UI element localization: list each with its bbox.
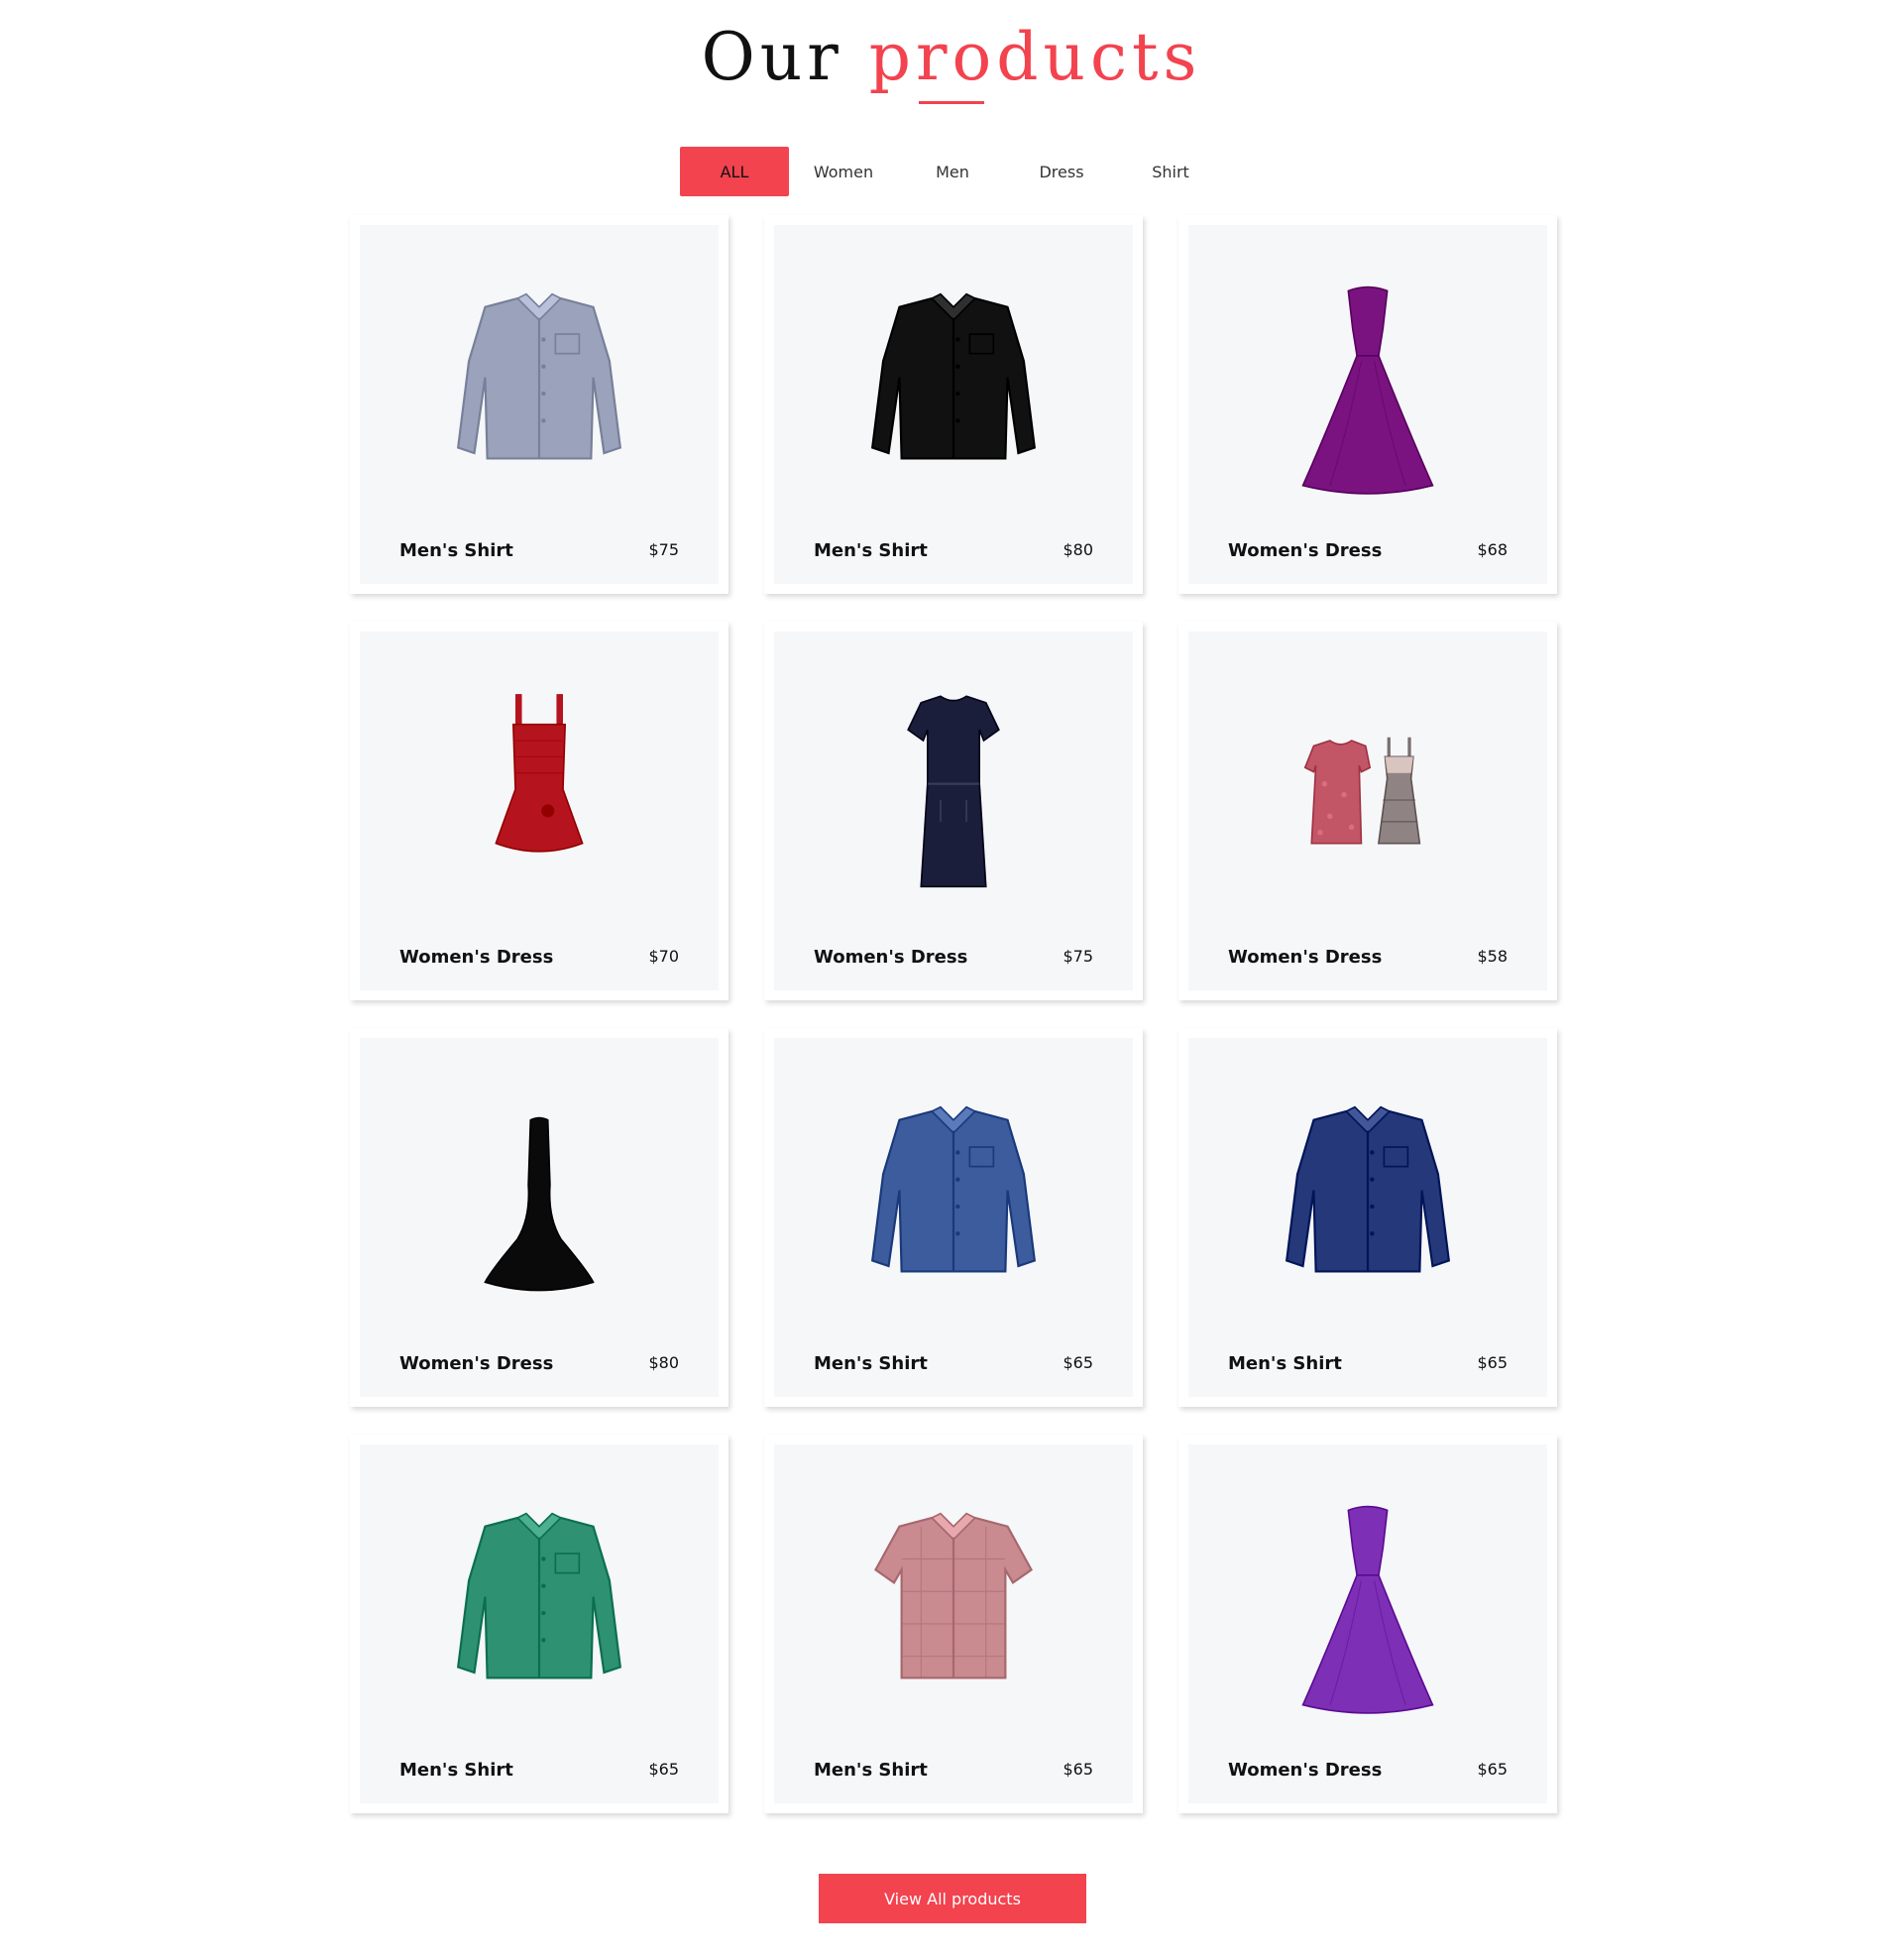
product-card-inner: Women's Dress $75 xyxy=(774,632,1133,990)
gown-icon[interactable] xyxy=(1188,275,1547,513)
product-card-inner: Men's Shirt $80 xyxy=(774,225,1133,584)
product-name: Men's Shirt xyxy=(399,1760,513,1781)
product-card-inner: Women's Dress $80 xyxy=(360,1038,719,1397)
product-image-svg xyxy=(1301,286,1434,495)
product-card[interactable]: Men's Shirt $80 xyxy=(764,215,1143,594)
title-underline xyxy=(919,101,984,104)
product-price: $65 xyxy=(1063,1353,1093,1372)
product-card[interactable]: Men's Shirt $75 xyxy=(350,215,728,594)
product-card[interactable]: Men's Shirt $65 xyxy=(350,1435,728,1813)
product-image-svg xyxy=(1285,1105,1451,1273)
product-price: $80 xyxy=(648,1353,679,1372)
shirt-icon[interactable] xyxy=(360,1494,719,1732)
product-card-inner: Men's Shirt $75 xyxy=(360,225,719,584)
product-price: $80 xyxy=(1063,540,1093,559)
product-image-svg xyxy=(495,694,584,853)
shirt-icon[interactable] xyxy=(360,275,719,513)
filter-tabs: ALL Women Men Dress Shirt xyxy=(680,147,1225,196)
view-all-products-button[interactable]: View All products xyxy=(819,1874,1086,1923)
product-name: Women's Dress xyxy=(814,947,968,968)
product-image-svg xyxy=(874,1512,1033,1679)
product-price: $75 xyxy=(1063,947,1093,966)
shirt-icon[interactable] xyxy=(774,275,1133,513)
product-image-svg xyxy=(484,1116,595,1292)
product-image-svg xyxy=(1301,1505,1434,1714)
product-name: Women's Dress xyxy=(1228,947,1383,968)
product-name: Men's Shirt xyxy=(814,1760,928,1781)
dress-icon[interactable] xyxy=(360,681,719,919)
product-price: $65 xyxy=(1477,1353,1508,1372)
product-card-inner: Men's Shirt $65 xyxy=(1188,1038,1547,1397)
product-card[interactable]: Men's Shirt $65 xyxy=(1178,1028,1557,1407)
filter-women-button[interactable]: Women xyxy=(789,147,898,196)
dress-icon[interactable] xyxy=(774,681,1133,919)
product-card[interactable]: Women's Dress $65 xyxy=(1178,1435,1557,1813)
product-card-inner: Men's Shirt $65 xyxy=(774,1038,1133,1397)
product-card-inner: Men's Shirt $65 xyxy=(360,1444,719,1803)
product-image-svg xyxy=(456,1512,622,1679)
product-card[interactable]: Women's Dress $75 xyxy=(764,622,1143,1000)
dresses-icon[interactable] xyxy=(1188,681,1547,919)
product-card-inner: Men's Shirt $65 xyxy=(774,1444,1133,1803)
product-image-svg xyxy=(907,695,1000,888)
products-page: Our products ALL Women Men Dress Shirt M… xyxy=(0,0,1903,1960)
product-image-svg xyxy=(1303,737,1421,845)
product-card[interactable]: Women's Dress $80 xyxy=(350,1028,728,1407)
product-image-svg xyxy=(870,1105,1037,1273)
shirt-icon[interactable] xyxy=(1188,1088,1547,1326)
gown-icon[interactable] xyxy=(1188,1494,1547,1732)
filter-shirt-button[interactable]: Shirt xyxy=(1116,147,1225,196)
product-card[interactable]: Women's Dress $58 xyxy=(1178,622,1557,1000)
product-name: Women's Dress xyxy=(399,1353,554,1374)
product-name: Men's Shirt xyxy=(399,540,513,561)
product-card-inner: Women's Dress $70 xyxy=(360,632,719,990)
filter-dress-button[interactable]: Dress xyxy=(1007,147,1116,196)
product-name: Women's Dress xyxy=(1228,540,1383,561)
product-card-inner: Women's Dress $58 xyxy=(1188,632,1547,990)
product-card-inner: Women's Dress $68 xyxy=(1188,225,1547,584)
product-card[interactable]: Women's Dress $68 xyxy=(1178,215,1557,594)
product-card[interactable]: Women's Dress $70 xyxy=(350,622,728,1000)
product-price: $70 xyxy=(648,947,679,966)
product-price: $65 xyxy=(1477,1760,1508,1779)
product-name: Men's Shirt xyxy=(814,540,928,561)
product-name: Men's Shirt xyxy=(1228,1353,1342,1374)
dress-icon[interactable] xyxy=(360,1088,719,1326)
product-image-svg xyxy=(870,292,1037,460)
section-title: Our products xyxy=(0,18,1903,97)
product-price: $65 xyxy=(1063,1760,1093,1779)
product-card-inner: Women's Dress $65 xyxy=(1188,1444,1547,1803)
product-price: $65 xyxy=(648,1760,679,1779)
shirt-icon[interactable] xyxy=(774,1088,1133,1326)
section-title-part1: Our xyxy=(701,19,843,95)
filter-all-button[interactable]: ALL xyxy=(680,147,789,196)
product-name: Women's Dress xyxy=(399,947,554,968)
product-card[interactable]: Men's Shirt $65 xyxy=(764,1435,1143,1813)
product-price: $68 xyxy=(1477,540,1508,559)
shirt-icon[interactable] xyxy=(774,1494,1133,1732)
product-image-svg xyxy=(456,292,622,460)
product-name: Women's Dress xyxy=(1228,1760,1383,1781)
product-name: Men's Shirt xyxy=(814,1353,928,1374)
product-grid: Men's Shirt $75 Men's Shirt $80 Women's Dr… xyxy=(350,215,1557,1813)
product-card[interactable]: Men's Shirt $65 xyxy=(764,1028,1143,1407)
section-title-part2: products xyxy=(868,19,1202,95)
product-price: $75 xyxy=(648,540,679,559)
product-price: $58 xyxy=(1477,947,1508,966)
filter-men-button[interactable]: Men xyxy=(898,147,1007,196)
